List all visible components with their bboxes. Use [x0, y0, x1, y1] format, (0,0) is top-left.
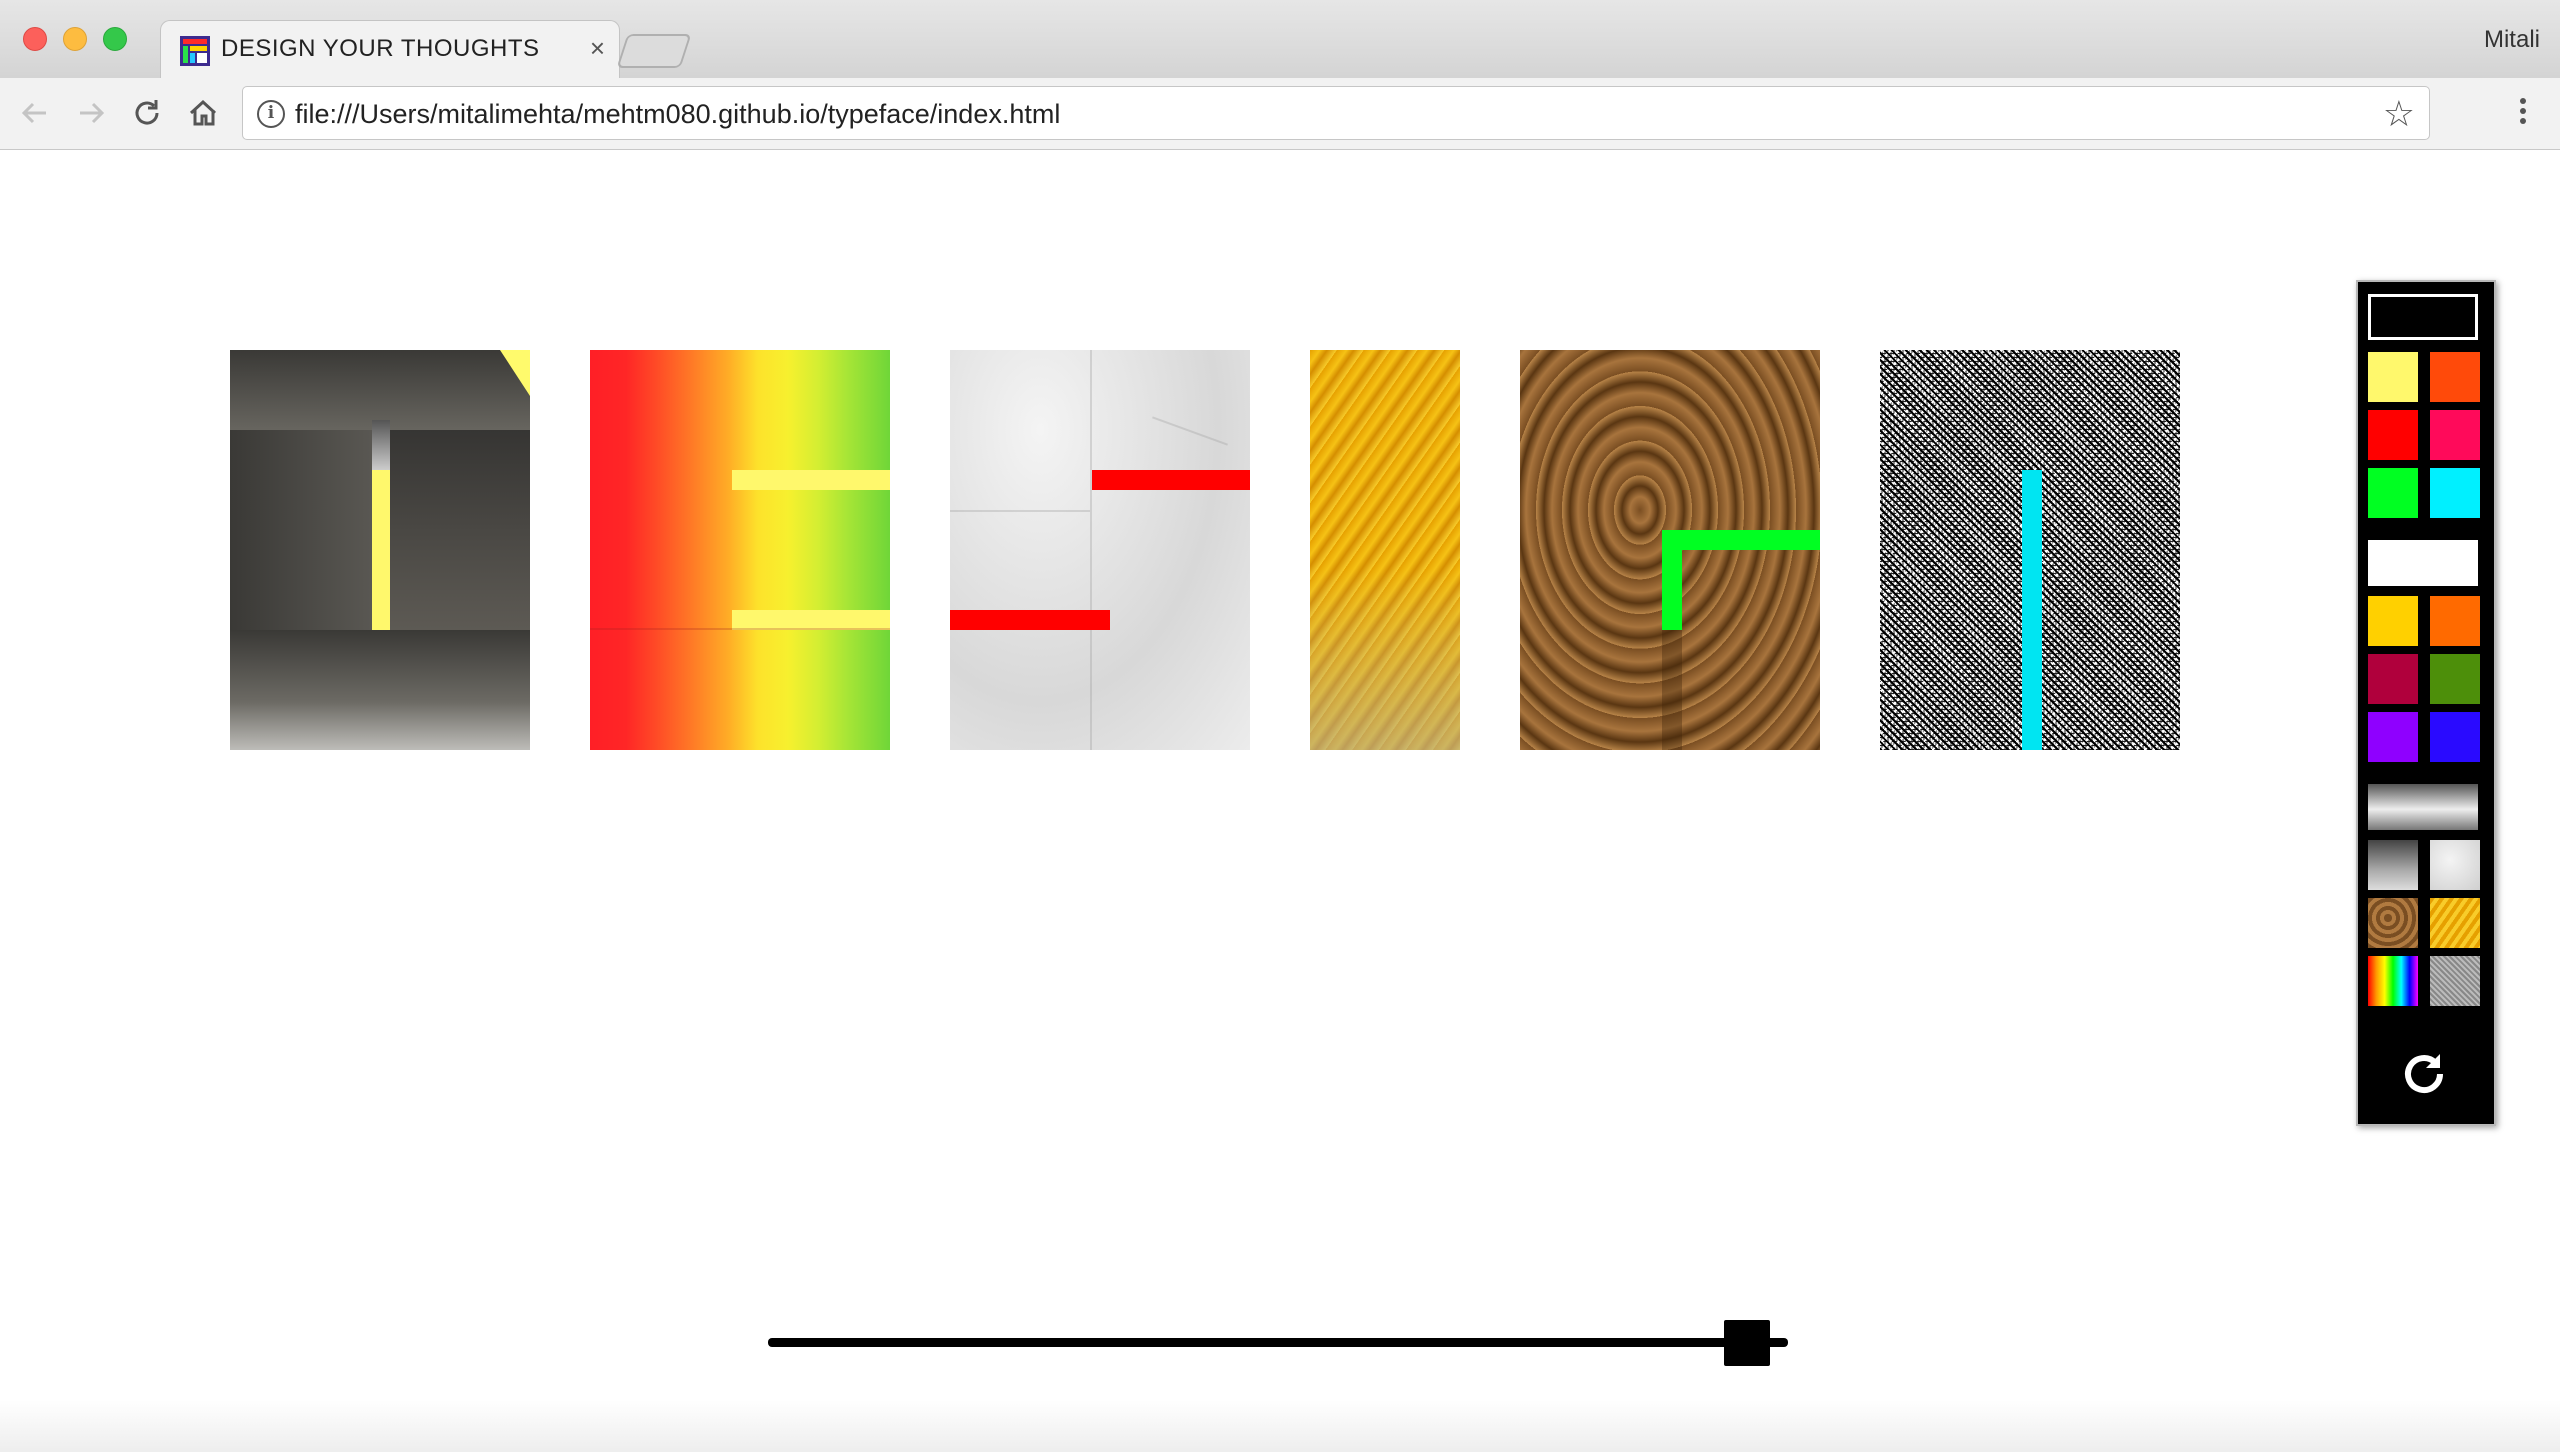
- swatch-white[interactable]: [2368, 540, 2478, 586]
- letter-3-crease: [1152, 416, 1228, 446]
- swatch-gold[interactable]: [2368, 596, 2418, 646]
- letter-3-stroke-bottom: [950, 610, 1110, 630]
- swatch-pink[interactable]: [2430, 410, 2480, 460]
- page-bottom-edge: [0, 1400, 2560, 1452]
- letter-2-stroke-top: [732, 470, 890, 490]
- letter-5-stroke-vertical: [1662, 530, 1682, 630]
- texture-silver-gradient[interactable]: [2368, 784, 2478, 830]
- swatch-crimson[interactable]: [2368, 654, 2418, 704]
- swatch-green[interactable]: [2368, 468, 2418, 518]
- letter-tile-2[interactable]: [590, 350, 890, 750]
- letter-6-stroke: [2022, 470, 2042, 750]
- letter-tile-4[interactable]: [1310, 350, 1460, 750]
- letter-2-stroke-bottom: [732, 610, 890, 630]
- swatch-red[interactable]: [2368, 410, 2418, 460]
- swatch-black[interactable]: [2368, 294, 2478, 340]
- swatch-cyan[interactable]: [2430, 468, 2480, 518]
- letter-3-crease: [950, 510, 1090, 512]
- letter-2-seam: [590, 628, 890, 630]
- refresh-icon[interactable]: [2396, 1046, 2452, 1102]
- size-slider-track[interactable]: [768, 1338, 1788, 1347]
- texture-noise[interactable]: [2430, 956, 2480, 1006]
- texture-fur[interactable]: [2368, 898, 2418, 948]
- size-slider-thumb[interactable]: [1724, 1320, 1770, 1366]
- letter-5-shadow: [1662, 630, 1682, 750]
- swatch-olive-green[interactable]: [2430, 654, 2480, 704]
- letter-1-panel-top: [230, 350, 530, 430]
- color-palette: [2356, 280, 2496, 1126]
- swatch-orange[interactable]: [2430, 596, 2480, 646]
- letter-3-crease: [1090, 350, 1092, 750]
- letter-1-stroke-shade: [372, 420, 390, 470]
- letter-3-stroke-top: [1092, 470, 1250, 490]
- letter-1-panel-mid: [390, 430, 530, 630]
- letter-tile-5[interactable]: [1520, 350, 1820, 750]
- letter-1-corner-stroke: [500, 350, 530, 396]
- typeface-canvas: [0, 0, 2560, 1452]
- swatch-yellow[interactable]: [2368, 352, 2418, 402]
- letter-4-sheen: [1310, 570, 1460, 750]
- texture-paper[interactable]: [2430, 840, 2480, 890]
- letter-tile-6[interactable]: [1880, 350, 2180, 750]
- texture-rainbow[interactable]: [2368, 956, 2418, 1006]
- letter-tile-3[interactable]: [950, 350, 1250, 750]
- letter-1-panel-bottom: [230, 630, 530, 750]
- letter-5-stroke-horizontal: [1662, 530, 1820, 550]
- letter-1-stroke: [372, 470, 390, 630]
- letter-tile-1[interactable]: [230, 350, 530, 750]
- texture-grey-gradient[interactable]: [2368, 840, 2418, 890]
- swatch-blue[interactable]: [2430, 712, 2480, 762]
- texture-gold[interactable]: [2430, 898, 2480, 948]
- swatch-orange-red[interactable]: [2430, 352, 2480, 402]
- swatch-purple[interactable]: [2368, 712, 2418, 762]
